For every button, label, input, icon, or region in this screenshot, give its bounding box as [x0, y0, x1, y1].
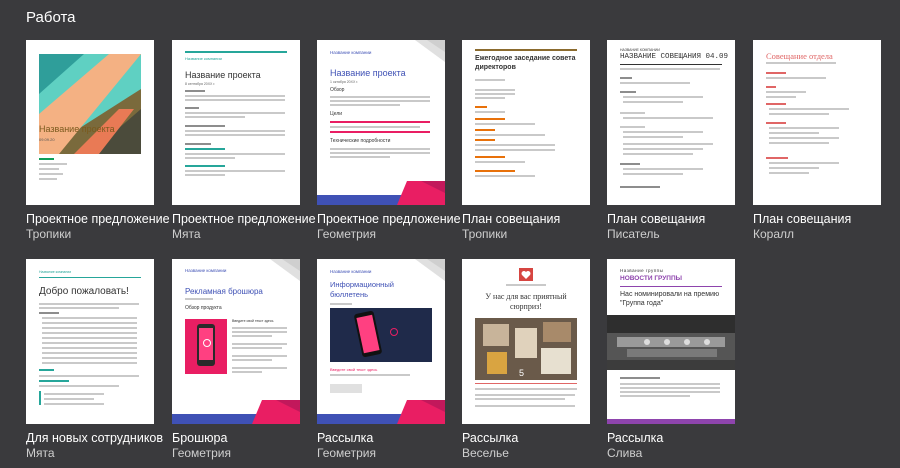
template-thumbnail[interactable]: У нас для вас приятный сюрприз! 5 — [462, 259, 590, 424]
photo-image: 5 — [475, 318, 577, 380]
preview-caption: Введите свой текст здесь — [330, 367, 378, 372]
geometry-footer-graphic — [317, 181, 445, 205]
template-name: Рассылка — [462, 431, 519, 445]
template-tile-meeting-notes-writer[interactable]: НАЗВАНИЕ КОМПАНИИ НАЗВАНИЕ СОВЕЩАНИЯ 04.… — [607, 40, 735, 242]
template-name: План совещания — [607, 212, 706, 226]
preview-heading: Обзор продукта — [185, 305, 222, 311]
template-name: Проектное предложение — [26, 212, 170, 226]
preview-company: Название компании — [185, 268, 227, 273]
preview-heading: Цели — [330, 111, 343, 117]
preview-button — [330, 384, 362, 393]
template-name: План совещания — [753, 212, 852, 226]
geometry-footer-graphic — [172, 400, 300, 424]
preview-title: Название проекта — [330, 68, 406, 78]
preview-company: Название компании — [39, 270, 72, 274]
template-tile-meeting-notes-tropics[interactable]: Ежегодное заседание совета директоров Пл… — [462, 40, 590, 242]
template-thumbnail[interactable]: НАЗВАНИЕ КОМПАНИИ НАЗВАНИЕ СОВЕЩАНИЯ 04.… — [607, 40, 735, 205]
svg-text:5: 5 — [519, 368, 524, 378]
preview-caption: Введите свой текст здесь — [232, 319, 274, 323]
geometry-corner-graphic — [270, 259, 300, 281]
template-thumbnail[interactable]: Название проекта 09.09.20 — [26, 40, 154, 205]
preview-heading: Обзор — [330, 87, 345, 93]
template-tile-project-proposal-geometry[interactable]: Название компании Название проекта 1 окт… — [317, 40, 461, 242]
preview-title: Название проекта — [39, 124, 115, 134]
template-tile-newsletter-plum[interactable]: Название группы НОВОСТИ ГРУППЫ Нас номин… — [607, 259, 735, 461]
preview-group: Название группы — [620, 268, 664, 273]
template-theme: Тропики — [462, 227, 508, 241]
preview-title: НОВОСТИ ГРУППЫ — [620, 275, 683, 282]
preview-date: 09.09.20 — [39, 137, 55, 142]
template-theme: Веселье — [462, 446, 509, 460]
template-name: План совещания — [462, 212, 561, 226]
template-name: Проектное предложение — [172, 212, 316, 226]
template-thumbnail[interactable]: Название компании Название проекта 1 окт… — [317, 40, 445, 205]
template-theme: Тропики — [26, 227, 72, 241]
template-thumbnail[interactable]: Совещание отдела — [753, 40, 881, 205]
template-theme: Мята — [172, 227, 201, 241]
heart-icon — [519, 268, 533, 281]
template-theme: Геометрия — [172, 446, 231, 460]
preview-title: У нас для вас приятный сюрприз! — [485, 292, 567, 311]
preview-heading: Технические подробности — [330, 138, 391, 144]
template-thumbnail[interactable]: Название компании Рекламная брошюра Обзо… — [172, 259, 300, 424]
section-title: Работа — [26, 9, 76, 26]
template-theme: Геометрия — [317, 446, 376, 460]
preview-company: Название компании — [185, 56, 222, 61]
preview-title: Название проекта — [185, 70, 261, 80]
template-theme: Коралл — [753, 227, 795, 241]
preview-company: Название компании — [330, 269, 372, 274]
preview-company: НАЗВАНИЕ КОМПАНИИ — [620, 48, 660, 52]
template-name: Рассылка — [317, 431, 374, 445]
preview-title: Ежегодное заседание совета директоров — [475, 55, 576, 71]
template-thumbnail[interactable]: Ежегодное заседание совета директоров — [462, 40, 590, 205]
template-name: Для новых сотрудников — [26, 431, 164, 445]
preview-title: НАЗВАНИЕ СОВЕЩАНИЯ 04.09 — [620, 53, 729, 61]
template-tile-meeting-notes-coral[interactable]: Совещание отдела План совещания Коралл — [753, 40, 881, 242]
template-theme: Геометрия — [317, 227, 376, 241]
template-theme: Писатель — [607, 227, 660, 241]
template-theme: Мята — [26, 446, 55, 460]
preview-company: Название компании — [330, 50, 372, 55]
phone-image — [185, 319, 227, 374]
template-thumbnail[interactable]: Название группы НОВОСТИ ГРУППЫ Нас номин… — [607, 259, 735, 424]
preview-title: Добро пожаловать! — [39, 286, 129, 297]
template-name: Проектное предложение — [317, 212, 461, 226]
template-thumbnail[interactable]: Название компании Информационный бюллете… — [317, 259, 445, 424]
geometry-corner-graphic — [415, 259, 445, 281]
template-tile-brochure-geometry[interactable]: Название компании Рекламная брошюра Обзо… — [172, 259, 300, 461]
preview-title: Информационный бюллетень — [330, 280, 394, 299]
template-name: Рассылка — [607, 431, 664, 445]
template-name: Брошюра — [172, 431, 228, 445]
template-tile-new-employees-mint[interactable]: Название компании Добро пожаловать! Для … — [26, 259, 164, 461]
template-tile-newsletter-geometry[interactable]: Название компании Информационный бюллете… — [317, 259, 445, 461]
template-tile-project-proposal-tropics[interactable]: Название проекта 09.09.20 Проектное пред… — [26, 40, 170, 242]
preview-date: 8 сентября 20XX г. — [185, 82, 216, 86]
template-tile-newsletter-fun[interactable]: У нас для вас приятный сюрприз! 5 Рассыл… — [462, 259, 590, 461]
preview-title: Рекламная брошюра — [185, 287, 263, 296]
photo-image — [607, 315, 735, 370]
phone-image — [330, 308, 432, 362]
preview-title: Совещание отдела — [766, 51, 833, 61]
template-theme: Слива — [607, 446, 643, 460]
template-thumbnail[interactable]: Название компании Название проекта 8 сен… — [172, 40, 300, 205]
preview-headline: Нас номинировали на премию "Группа года" — [620, 291, 720, 307]
template-tile-project-proposal-mint[interactable]: Название компании Название проекта 8 сен… — [172, 40, 316, 242]
preview-date: 1 октября 20XX г. — [330, 80, 359, 84]
geometry-corner-graphic — [415, 40, 445, 62]
geometry-footer-graphic — [317, 400, 445, 424]
template-thumbnail[interactable]: Название компании Добро пожаловать! — [26, 259, 154, 424]
